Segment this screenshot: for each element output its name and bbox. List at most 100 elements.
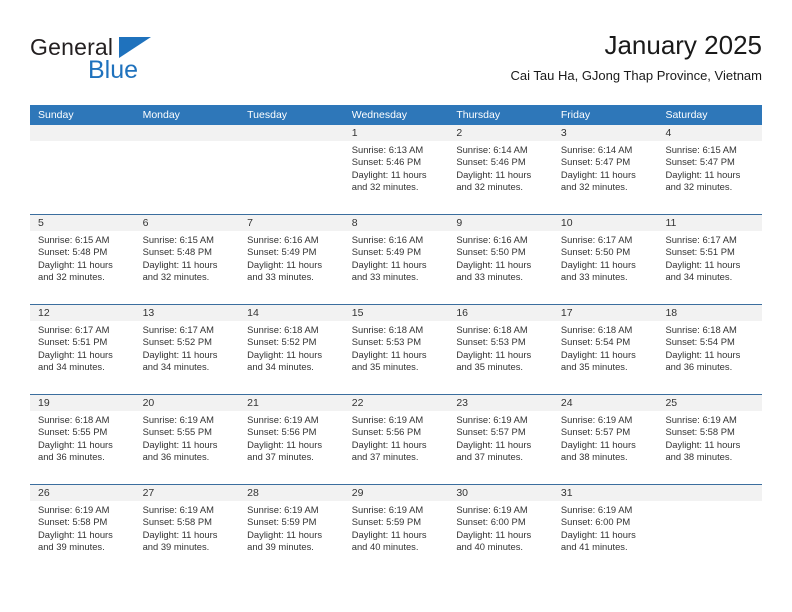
day-details: Sunrise: 6:16 AM Sunset: 5:49 PM Dayligh… — [344, 231, 449, 284]
day-cell[interactable]: 15 Sunrise: 6:18 AM Sunset: 5:53 PM Dayl… — [343, 305, 449, 394]
day-cell[interactable]: 17 Sunrise: 6:18 AM Sunset: 5:54 PM Dayl… — [552, 305, 658, 394]
day-cell[interactable]: 10 Sunrise: 6:17 AM Sunset: 5:50 PM Dayl… — [552, 215, 658, 304]
day-details: Sunrise: 6:19 AM Sunset: 5:56 PM Dayligh… — [239, 411, 344, 464]
weekday-header-saturday: Saturday — [665, 109, 708, 121]
daylight-text-line1: Daylight: 11 hours — [456, 258, 532, 270]
daylight-text-line1: Daylight: 11 hours — [456, 348, 532, 360]
day-details: Sunrise: 6:19 AM Sunset: 5:56 PM Dayligh… — [344, 411, 449, 464]
day-cell[interactable]: 16 Sunrise: 6:18 AM Sunset: 5:53 PM Dayl… — [448, 305, 553, 394]
sunset-text: Sunset: 6:00 PM — [560, 516, 631, 528]
day-cell[interactable]: 2 Sunrise: 6:14 AM Sunset: 5:46 PM Dayli… — [448, 125, 553, 214]
day-number — [239, 125, 344, 141]
day-cell[interactable]: 13 Sunrise: 6:17 AM Sunset: 5:52 PM Dayl… — [134, 305, 240, 394]
sunrise-text: Sunrise: 6:19 AM — [560, 414, 633, 425]
general-blue-logo[interactable]: General Blue — [30, 34, 160, 86]
day-details: Sunrise: 6:19 AM Sunset: 5:57 PM Dayligh… — [553, 411, 658, 464]
sunset-text: Sunset: 5:57 PM — [560, 426, 631, 438]
day-number: 2 — [448, 125, 553, 141]
sunset-text: Sunset: 5:50 PM — [560, 246, 631, 258]
daylight-text-line1: Daylight: 11 hours — [247, 258, 323, 270]
day-cell[interactable]: 14 Sunrise: 6:18 AM Sunset: 5:52 PM Dayl… — [239, 305, 344, 394]
day-cell[interactable]: 27 Sunrise: 6:19 AM Sunset: 5:58 PM Dayl… — [134, 485, 240, 574]
day-cell[interactable]: 28 Sunrise: 6:19 AM Sunset: 5:59 PM Dayl… — [239, 485, 344, 574]
day-cell[interactable]: 9 Sunrise: 6:16 AM Sunset: 5:50 PM Dayli… — [448, 215, 553, 304]
day-cell[interactable]: 31 Sunrise: 6:19 AM Sunset: 6:00 PM Dayl… — [552, 485, 658, 574]
daylight-text-line2: and 40 minutes. — [456, 541, 524, 553]
daylight-text-line2: and 33 minutes. — [247, 271, 314, 283]
day-cell[interactable] — [657, 485, 763, 574]
sunset-text: Sunset: 5:47 PM — [665, 156, 735, 168]
day-details: Sunrise: 6:16 AM Sunset: 5:50 PM Dayligh… — [448, 231, 553, 284]
sunrise-text: Sunrise: 6:15 AM — [38, 234, 110, 245]
day-cell[interactable]: 22 Sunrise: 6:19 AM Sunset: 5:56 PM Dayl… — [343, 395, 449, 484]
sunrise-text: Sunrise: 6:17 AM — [665, 234, 737, 245]
daylight-text-line2: and 35 minutes. — [560, 361, 628, 373]
sunrise-text: Sunrise: 6:15 AM — [665, 144, 737, 155]
day-cell[interactable]: 21 Sunrise: 6:19 AM Sunset: 5:56 PM Dayl… — [239, 395, 344, 484]
daylight-text-line2: and 32 minutes. — [38, 271, 105, 283]
day-number: 17 — [552, 305, 658, 321]
logo-triangle-icon — [119, 37, 151, 58]
daylight-text-line1: Daylight: 11 hours — [560, 528, 636, 540]
day-details: Sunrise: 6:14 AM Sunset: 5:47 PM Dayligh… — [553, 141, 658, 194]
daylight-text-line2: and 41 minutes. — [560, 541, 628, 553]
day-cell[interactable]: 3 Sunrise: 6:14 AM Sunset: 5:47 PM Dayli… — [552, 125, 658, 214]
day-cell[interactable]: 18 Sunrise: 6:18 AM Sunset: 5:54 PM Dayl… — [657, 305, 763, 394]
day-details: Sunrise: 6:13 AM Sunset: 5:46 PM Dayligh… — [344, 141, 449, 194]
sunrise-text: Sunrise: 6:18 AM — [560, 324, 633, 335]
day-cell[interactable]: 11 Sunrise: 6:17 AM Sunset: 5:51 PM Dayl… — [657, 215, 763, 304]
sunset-text: Sunset: 5:54 PM — [560, 336, 631, 348]
daylight-text-line2: and 32 minutes. — [456, 181, 524, 193]
day-cell[interactable]: 30 Sunrise: 6:19 AM Sunset: 6:00 PM Dayl… — [448, 485, 553, 574]
day-number: 15 — [343, 305, 449, 321]
daylight-text-line1: Daylight: 11 hours — [38, 348, 113, 360]
sunrise-text: Sunrise: 6:19 AM — [456, 414, 528, 425]
day-number: 4 — [657, 125, 763, 141]
day-details: Sunrise: 6:19 AM Sunset: 5:58 PM Dayligh… — [30, 501, 135, 554]
daylight-text-line1: Daylight: 11 hours — [456, 438, 532, 450]
daylight-text-line1: Daylight: 11 hours — [560, 348, 636, 360]
day-cell[interactable]: 23 Sunrise: 6:19 AM Sunset: 5:57 PM Dayl… — [448, 395, 553, 484]
sunrise-text: Sunrise: 6:19 AM — [560, 504, 633, 515]
day-number: 11 — [657, 215, 763, 231]
sunrise-text: Sunrise: 6:19 AM — [38, 504, 110, 515]
daylight-text-line2: and 39 minutes. — [247, 541, 314, 553]
sunrise-text: Sunrise: 6:19 AM — [456, 504, 528, 515]
day-cell[interactable] — [239, 125, 344, 214]
day-cell[interactable]: 25 Sunrise: 6:19 AM Sunset: 5:58 PM Dayl… — [657, 395, 763, 484]
weekday-header-thursday: Thursday — [456, 109, 501, 121]
sunset-text: Sunset: 5:48 PM — [142, 246, 212, 258]
day-details: Sunrise: 6:18 AM Sunset: 5:54 PM Dayligh… — [553, 321, 658, 374]
day-cell[interactable]: 5 Sunrise: 6:15 AM Sunset: 5:48 PM Dayli… — [30, 215, 135, 304]
day-cell[interactable] — [30, 125, 135, 214]
day-cell[interactable]: 19 Sunrise: 6:18 AM Sunset: 5:55 PM Dayl… — [30, 395, 135, 484]
day-details: Sunrise: 6:19 AM Sunset: 5:58 PM Dayligh… — [135, 501, 240, 554]
day-cell[interactable]: 24 Sunrise: 6:19 AM Sunset: 5:57 PM Dayl… — [552, 395, 658, 484]
page-title: January 2025 — [604, 30, 762, 60]
day-cell[interactable]: 6 Sunrise: 6:15 AM Sunset: 5:48 PM Dayli… — [134, 215, 240, 304]
day-cell[interactable]: 26 Sunrise: 6:19 AM Sunset: 5:58 PM Dayl… — [30, 485, 135, 574]
calendar-grid: Sunday Monday Tuesday Wednesday Thursday… — [30, 105, 763, 574]
day-number: 24 — [552, 395, 658, 411]
day-cell[interactable]: 4 Sunrise: 6:15 AM Sunset: 5:47 PM Dayli… — [657, 125, 763, 214]
day-cell[interactable]: 29 Sunrise: 6:19 AM Sunset: 5:59 PM Dayl… — [343, 485, 449, 574]
day-cell[interactable]: 1 Sunrise: 6:13 AM Sunset: 5:46 PM Dayli… — [343, 125, 449, 214]
week-row: 19 Sunrise: 6:18 AM Sunset: 5:55 PM Dayl… — [30, 394, 763, 484]
sunrise-text: Sunrise: 6:19 AM — [142, 414, 214, 425]
day-cell[interactable]: 12 Sunrise: 6:17 AM Sunset: 5:51 PM Dayl… — [30, 305, 135, 394]
day-cell[interactable] — [134, 125, 240, 214]
day-details: Sunrise: 6:19 AM Sunset: 5:58 PM Dayligh… — [657, 411, 762, 464]
day-cell[interactable]: 8 Sunrise: 6:16 AM Sunset: 5:49 PM Dayli… — [343, 215, 449, 304]
daylight-text-line1: Daylight: 11 hours — [351, 348, 427, 360]
day-details: Sunrise: 6:15 AM Sunset: 5:47 PM Dayligh… — [657, 141, 762, 194]
day-cell[interactable]: 20 Sunrise: 6:19 AM Sunset: 5:55 PM Dayl… — [134, 395, 240, 484]
daylight-text-line1: Daylight: 11 hours — [142, 438, 218, 450]
daylight-text-line2: and 33 minutes. — [560, 271, 628, 283]
day-cell[interactable]: 7 Sunrise: 6:16 AM Sunset: 5:49 PM Dayli… — [239, 215, 344, 304]
day-details: Sunrise: 6:18 AM Sunset: 5:53 PM Dayligh… — [448, 321, 553, 374]
daylight-text-line2: and 32 minutes. — [142, 271, 210, 283]
week-row: 1 Sunrise: 6:13 AM Sunset: 5:46 PM Dayli… — [30, 125, 763, 214]
day-details: Sunrise: 6:17 AM Sunset: 5:51 PM Dayligh… — [657, 231, 762, 284]
daylight-text-line1: Daylight: 11 hours — [351, 438, 427, 450]
daylight-text-line1: Daylight: 11 hours — [142, 258, 218, 270]
